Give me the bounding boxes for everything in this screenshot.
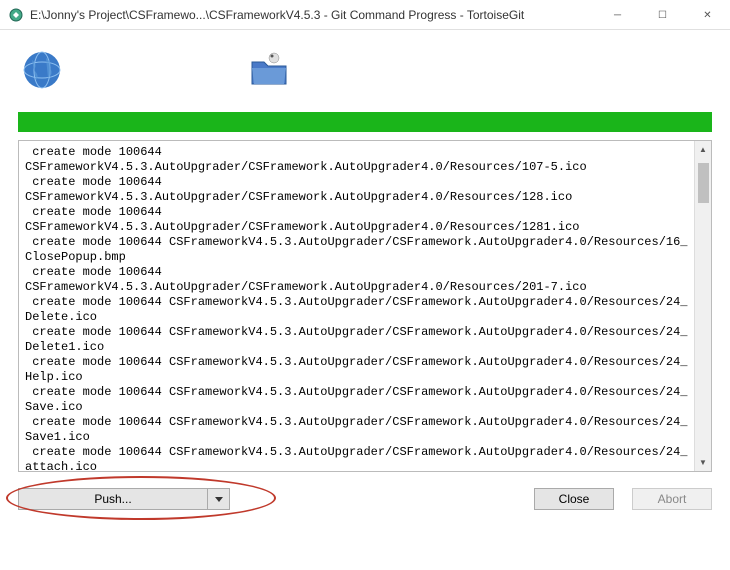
button-row: Push... Close Abort (0, 484, 730, 514)
progress-bar (18, 112, 712, 132)
window-controls: ─ ☐ ✕ (595, 0, 730, 29)
scrollbar[interactable]: ▲ ▼ (694, 141, 711, 471)
maximize-button[interactable]: ☐ (640, 0, 685, 30)
scroll-down-icon[interactable]: ▼ (695, 454, 711, 471)
push-dropdown-button[interactable] (208, 488, 230, 510)
output-box: create mode 100644 CSFrameworkV4.5.3.Aut… (18, 140, 712, 472)
close-window-button[interactable]: ✕ (685, 0, 730, 30)
window-title: E:\Jonny's Project\CSFramewo...\CSFramew… (30, 8, 595, 22)
push-button[interactable]: Push... (18, 488, 208, 510)
scroll-thumb[interactable] (698, 163, 709, 203)
close-button[interactable]: Close (534, 488, 614, 510)
app-icon (8, 7, 24, 23)
minimize-button[interactable]: ─ (595, 0, 640, 30)
abort-button: Abort (632, 488, 712, 510)
scroll-up-icon[interactable]: ▲ (695, 141, 711, 158)
globe-icon (20, 48, 64, 95)
titlebar: E:\Jonny's Project\CSFramewo...\CSFramew… (0, 0, 730, 30)
output-text[interactable]: create mode 100644 CSFrameworkV4.5.3.Aut… (19, 141, 694, 471)
folder-icon (244, 48, 294, 95)
icon-row (0, 30, 730, 100)
chevron-down-icon (215, 497, 223, 502)
